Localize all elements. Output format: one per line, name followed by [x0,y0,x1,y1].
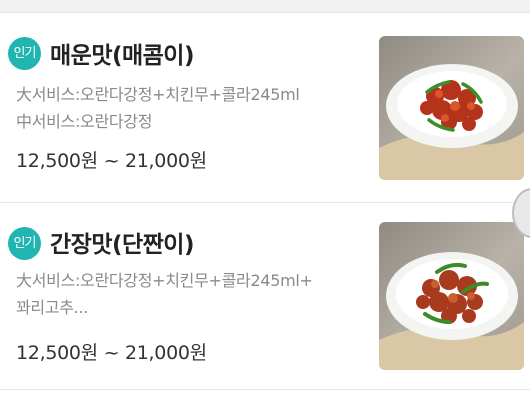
food-photo-icon [379,64,524,180]
popular-badge: 인기 [8,227,41,260]
menu-item-description: 大서비스:오란다강정+치킨무+콜라245ml+ 꽈리고추... [16,267,361,321]
soy-chicken-photo[interactable] [379,222,524,370]
description-line: 大서비스:오란다강정+치킨무+콜라245ml [16,85,300,104]
menu-item-price: 12,500원 ~ 21,000원 [16,150,207,172]
menu-item-title: 매운맛(매콤이) [50,43,194,69]
top-divider [0,0,530,13]
menu-item-description: 大서비스:오란다강정+치킨무+콜라245ml 中서비스:오란다강정 [16,81,361,135]
menu-item-spicy[interactable]: 인기 매운맛(매콤이) 大서비스:오란다강정+치킨무+콜라245ml 中서비스:… [0,13,530,203]
popular-badge: 인기 [8,37,41,70]
menu-item-soy[interactable]: 인기 간장맛(단짠이) 大서비스:오란다강정+치킨무+콜라245ml+ 꽈리고추… [0,203,530,390]
spicy-chicken-photo[interactable] [379,36,524,180]
description-line: 中서비스:오란다강정 [16,112,153,131]
menu-item-price: 12,500원 ~ 21,000원 [16,342,207,364]
food-photo-icon [379,252,524,370]
menu-item-title: 간장맛(단짠이) [50,232,194,258]
description-line: 大서비스:오란다강정+치킨무+콜라245ml+ [16,271,313,290]
description-line: 꽈리고추... [16,298,89,317]
